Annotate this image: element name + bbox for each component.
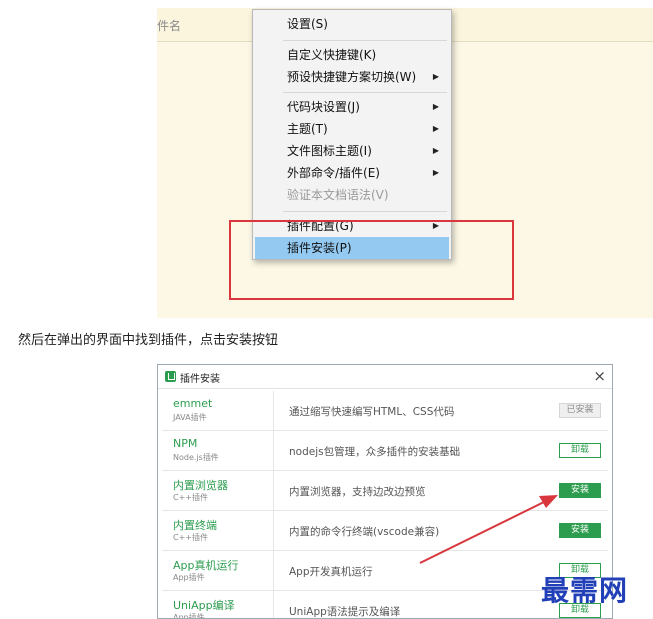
arrow-head xyxy=(539,495,558,508)
arrow-shaft xyxy=(419,500,547,564)
site-watermark: 最需网 xyxy=(541,574,629,607)
annotation-arrow xyxy=(419,495,558,564)
